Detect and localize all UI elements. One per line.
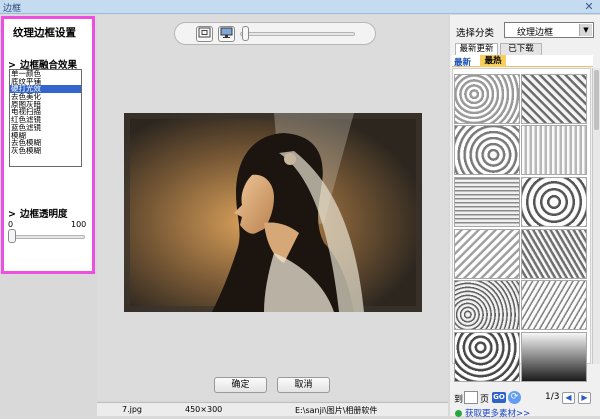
page-label: 页: [480, 395, 490, 405]
texture-thumbnail[interactable]: [521, 332, 587, 382]
more-materials-link[interactable]: 获取更多素材>>: [455, 407, 530, 419]
go-button[interactable]: GO: [492, 392, 506, 403]
blend-option[interactable]: 去色美化: [10, 93, 81, 101]
confirm-button[interactable]: 确定: [214, 377, 267, 393]
blend-option[interactable]: 原图灰暗: [10, 101, 81, 109]
thumbnail-scrollbar[interactable]: [592, 68, 600, 364]
blend-option[interactable]: 灰色模糊: [10, 147, 81, 155]
texture-thumbnail[interactable]: [454, 332, 520, 382]
texture-thumbnail[interactable]: [521, 74, 587, 124]
window-title: 边框: [3, 4, 22, 14]
page-number-input[interactable]: [464, 391, 478, 404]
blend-option[interactable]: 红色滤镜: [10, 116, 81, 124]
texture-thumbnail[interactable]: [521, 280, 587, 330]
blend-option[interactable]: 底纹平铺: [10, 78, 81, 86]
texture-thumbnail[interactable]: [454, 177, 520, 227]
category-select[interactable]: 纹理边框 ▼: [504, 22, 594, 38]
transparency-min-label: 0: [8, 220, 14, 229]
texture-thumbnail[interactable]: [454, 229, 520, 279]
texture-thumbnail[interactable]: [454, 125, 520, 175]
chevron-down-icon[interactable]: ▼: [579, 24, 592, 36]
texture-thumbnail[interactable]: [521, 125, 587, 175]
transparency-section-title: 边框透明度: [19, 209, 68, 220]
tab-downloaded[interactable]: 已下载: [500, 43, 542, 55]
status-dimensions: 450×300: [185, 405, 223, 414]
chevron-right-icon: >: [8, 209, 16, 220]
category-label: 选择分类: [456, 28, 495, 39]
blend-option[interactable]: 硬打光效: [10, 85, 81, 94]
scrollbar-thumb[interactable]: [594, 70, 599, 130]
next-page-icon[interactable]: ▶: [578, 392, 591, 404]
blend-option[interactable]: 蓝色滤镜: [10, 124, 81, 132]
goto-label: 到: [454, 395, 464, 405]
texture-thumbnail[interactable]: [521, 177, 587, 227]
blend-option[interactable]: 模糊: [10, 132, 81, 140]
refresh-icon[interactable]: ⟳: [508, 391, 521, 404]
blend-option[interactable]: 单一颜色: [10, 70, 81, 78]
more-materials-label[interactable]: 获取更多素材>>: [465, 409, 530, 419]
status-filename: 7.jpg: [122, 405, 143, 414]
category-value: 纹理边框: [517, 28, 554, 38]
preview-photo: [124, 113, 422, 312]
fit-to-window-icon[interactable]: [196, 26, 213, 42]
blend-option[interactable]: 电视扫描: [10, 108, 81, 116]
blend-effect-list[interactable]: 单一颜色 底纹平铺 硬打光效 去色美化 原图灰暗 电视扫描 红色滤镜 蓝色滤镜 模糊 去色模糊 灰色…: [9, 69, 82, 167]
transparency-section-header: > 边框透明度: [8, 206, 67, 220]
subtab-newest[interactable]: 最新: [454, 56, 471, 68]
portrait-photo-with-texture-border: [124, 113, 422, 312]
border-settings-panel: 纹理边框设置 > 边框融合效果 单一颜色 底纹平铺 硬打光效 去色美化 原图灰暗 电视扫描红…: [1, 16, 95, 274]
title-bar: 边框 ✕: [0, 0, 600, 14]
close-icon[interactable]: ✕: [580, 0, 598, 13]
page-info: 1/3: [545, 392, 560, 402]
texture-thumbnail[interactable]: [454, 74, 520, 124]
subtab-hottest[interactable]: 最热: [480, 55, 506, 67]
texture-thumbnail[interactable]: [521, 229, 587, 279]
status-bar: 7.jpg 450×300 E:\sanji\图片\相册软件: [97, 402, 448, 416]
cancel-button[interactable]: 取消: [277, 377, 330, 393]
zoom-slider-track[interactable]: [240, 32, 355, 36]
prev-page-icon[interactable]: ◀: [562, 392, 575, 404]
transparency-slider-track[interactable]: [12, 235, 85, 239]
tab-latest-updates[interactable]: 最新更新: [455, 43, 498, 55]
texture-thumbnail-grid: [452, 68, 591, 382]
transparency-slider-thumb[interactable]: [8, 229, 16, 243]
zoom-slider-thumb[interactable]: [242, 26, 249, 41]
status-path: E:\sanji\图片\相册软件: [295, 406, 378, 415]
subtab-bar: 最新 最热: [452, 55, 593, 68]
texture-thumbnail[interactable]: [454, 280, 520, 330]
panel-title: 纹理边框设置: [13, 27, 76, 39]
transparency-max-label: 100: [71, 220, 87, 229]
blend-option[interactable]: 去色模糊: [10, 139, 81, 147]
monitor-actual-size-icon[interactable]: [218, 26, 235, 42]
preview-toolbar: [174, 22, 376, 45]
